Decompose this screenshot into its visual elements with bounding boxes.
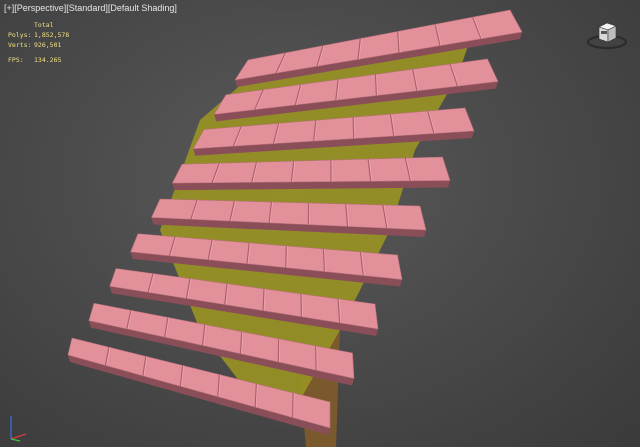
axis-tripod-icon [10,416,27,442]
statistics-overlay: Total Polys: 1,852,578 Verts: 926,501 FPS:… [8,20,69,65]
roof-shingle-model [67,9,523,447]
fps-label: FPS: [8,56,24,64]
polys-label: Polys: [8,31,32,39]
tile-seam [315,345,317,371]
fps-value: 134.265 [34,56,62,64]
viewcube-icon[interactable] [585,16,629,50]
polys-value: 1,852,578 [34,31,70,39]
viewport-view-label[interactable]: [Perspective] [14,3,66,13]
verts-value: 926,501 [34,41,62,49]
tile-seam [285,245,287,268]
tile-seam [292,392,294,418]
viewport[interactable]: [+][Perspective][Standard][Default Shadi… [0,0,640,447]
viewport-label: [+][Perspective][Standard][Default Shadi… [4,3,177,13]
viewport-renderer-label[interactable]: [Standard] [66,3,108,13]
verts-label: Verts: [8,41,32,49]
viewport-menu-button[interactable]: [+] [4,3,14,13]
stats-heading: Total [34,21,54,29]
tile-seam [352,117,355,139]
viewport-shading-label[interactable]: [Default Shading] [108,3,177,13]
